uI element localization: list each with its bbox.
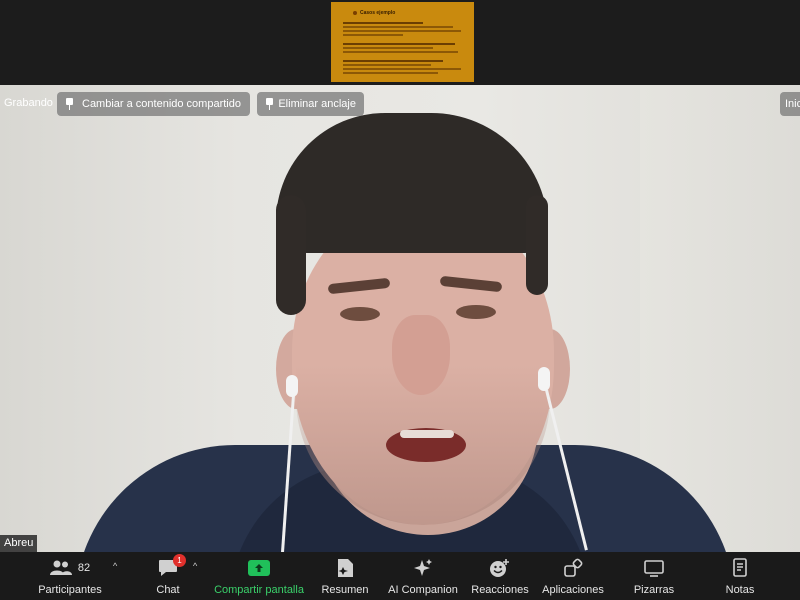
summary-label: Resumen	[321, 584, 369, 596]
apps-icon-wrap	[563, 556, 583, 580]
reactions-icon-wrap	[489, 556, 511, 580]
meeting-toolbar: 82 Participantes ^ 1 Chat ^ Compartir pa…	[0, 552, 800, 600]
share-screen-label: Compartir pantalla	[214, 584, 304, 596]
speaker-hair-left	[276, 195, 306, 315]
shared-screen-thumbnail[interactable]: Casos ejemplo	[331, 2, 474, 82]
summary-icon	[338, 559, 353, 577]
participants-button[interactable]: 82 Participantes	[37, 552, 103, 600]
speaker-video[interactable]	[0, 85, 800, 552]
participants-label: Participantes	[38, 584, 102, 596]
sparkle-icon	[414, 559, 432, 576]
thumb-text-line	[343, 30, 461, 32]
participants-icon	[49, 560, 72, 575]
whiteboards-button[interactable]: Pizarras	[632, 552, 676, 600]
shared-content-strip: Casos ejemplo	[0, 0, 800, 85]
participant-count: 82	[77, 562, 91, 574]
thumb-text-line	[343, 22, 423, 24]
reactions-label: Reacciones	[471, 584, 529, 596]
smiley-plus-icon	[490, 559, 509, 577]
chat-caret-icon[interactable]: ^	[193, 561, 197, 571]
thumb-text-line	[343, 34, 403, 36]
participant-name-tag: Abreu	[0, 535, 38, 552]
ai-companion-button[interactable]: AI Companion	[386, 552, 460, 600]
start-button-label: Inic	[785, 98, 800, 110]
share-icon-wrap	[248, 556, 270, 580]
speaker-eye-left	[340, 307, 380, 321]
notes-icon	[733, 558, 747, 577]
share-screen-icon	[248, 560, 270, 576]
whiteboard-icon	[644, 560, 664, 577]
chat-button[interactable]: 1 Chat	[150, 552, 186, 600]
speaker-nose	[392, 315, 450, 395]
unpin-label: Eliminar anclaje	[278, 98, 356, 110]
speaker-teeth	[400, 430, 454, 438]
thumb-text-line	[343, 26, 453, 28]
ai-companion-label: AI Companion	[388, 584, 458, 596]
whiteboards-icon-wrap	[643, 556, 665, 580]
notes-icon-wrap	[731, 556, 749, 580]
speaker-image	[0, 85, 800, 552]
pin-icon	[264, 98, 274, 110]
apps-label: Aplicaciones	[542, 584, 604, 596]
meeting-window: Casos ejemplo Grabando Cambiar a conteni…	[0, 0, 800, 600]
speaker-hair-right	[526, 195, 548, 295]
notes-button[interactable]: Notas	[722, 552, 758, 600]
participants-caret-icon[interactable]: ^	[113, 561, 117, 571]
summary-button[interactable]: Resumen	[320, 552, 370, 600]
participants-icon-wrap: 82	[49, 556, 91, 580]
whiteboards-label: Pizarras	[633, 584, 675, 596]
notes-label: Notas	[725, 584, 755, 596]
earbud-left	[286, 375, 298, 397]
chat-icon-wrap: 1	[158, 554, 186, 580]
switch-to-shared-content-label: Cambiar a contenido compartido	[82, 98, 241, 110]
speaker-eye-right	[456, 305, 496, 319]
thumb-text-line	[343, 60, 443, 62]
thumb-text-line	[343, 47, 433, 49]
shared-screen-title: Casos ejemplo	[353, 10, 395, 16]
share-screen-button[interactable]: Compartir pantalla	[212, 552, 306, 600]
apps-icon	[564, 558, 583, 577]
thumb-text-line	[343, 43, 455, 45]
summary-icon-wrap	[336, 556, 354, 580]
switch-to-shared-content-button[interactable]: Cambiar a contenido compartido	[57, 92, 250, 116]
unpin-button[interactable]: Eliminar anclaje	[257, 92, 364, 116]
chat-label: Chat	[156, 584, 180, 596]
earbud-right	[538, 367, 550, 391]
recording-indicator: Grabando	[4, 97, 53, 109]
ai-icon-wrap	[412, 556, 434, 580]
start-button-partial[interactable]: Inic	[780, 92, 800, 116]
chat-unread-badge: 1	[173, 554, 186, 567]
speaker-hair	[276, 113, 548, 253]
thumb-text-line	[343, 68, 461, 70]
thumb-text-line	[343, 51, 458, 53]
thumb-text-line	[343, 64, 431, 66]
thumb-text-line	[343, 72, 438, 74]
reactions-button[interactable]: Reacciones	[470, 552, 530, 600]
apps-button[interactable]: Aplicaciones	[540, 552, 606, 600]
arrow-up-icon	[255, 564, 263, 572]
pin-icon	[64, 98, 75, 110]
